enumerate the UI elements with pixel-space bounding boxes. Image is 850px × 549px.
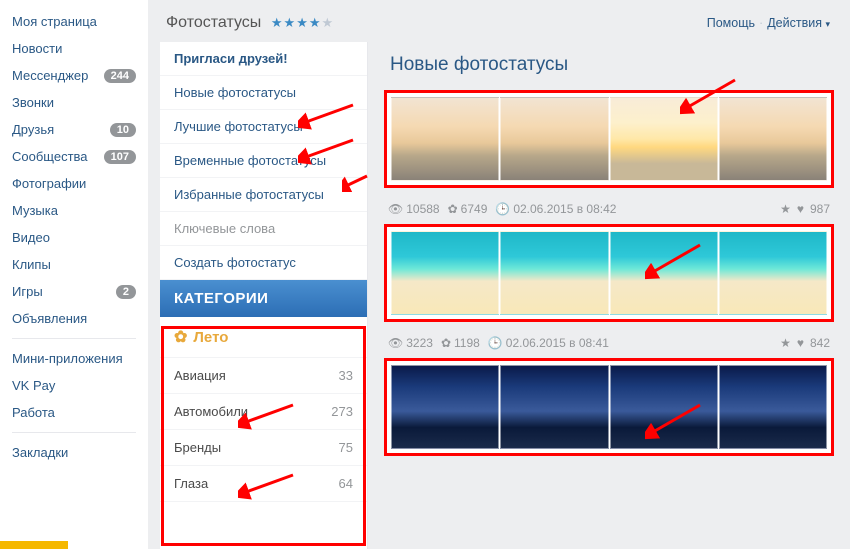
badge: 2 bbox=[116, 285, 136, 299]
eye-icon: 👁 bbox=[388, 202, 403, 216]
nav-bookmarks[interactable]: Закладки bbox=[0, 439, 148, 466]
nav-miniapps[interactable]: Мини-приложения bbox=[0, 345, 148, 372]
sidebar-fav[interactable]: Избранные фотостатусы bbox=[160, 178, 367, 212]
app-sidebar: Пригласи друзей! Новые фотостатусы Лучши… bbox=[160, 42, 368, 549]
divider bbox=[12, 338, 136, 339]
star-icon[interactable]: ★ bbox=[780, 336, 791, 350]
nav-friends[interactable]: Друзья10 bbox=[0, 116, 148, 143]
content-title: Новые фотостатусы bbox=[384, 42, 834, 90]
help-link[interactable]: Помощь bbox=[707, 16, 755, 30]
gear-icon: ✿ bbox=[441, 336, 451, 350]
views: 👁10588 bbox=[388, 202, 440, 216]
nav-calls[interactable]: Звонки bbox=[0, 89, 148, 116]
actions-dropdown[interactable]: Действия ▾ bbox=[767, 16, 830, 30]
nav-ads[interactable]: Объявления bbox=[0, 305, 148, 332]
category-featured[interactable]: ✿ Лето bbox=[160, 317, 367, 358]
left-nav: Моя страница Новости Мессенджер244 Звонк… bbox=[0, 0, 148, 549]
post-meta: 👁3223 ✿1198 🕒02.06.2015 в 08:41 ★♥842 bbox=[384, 328, 834, 358]
sidebar-create[interactable]: Создать фотостатус bbox=[160, 246, 367, 280]
categories-header: КАТЕГОРИИ bbox=[160, 280, 367, 317]
category-row[interactable]: Бренды75 bbox=[160, 430, 367, 466]
nav-photos[interactable]: Фотографии bbox=[0, 170, 148, 197]
nav-music[interactable]: Музыка bbox=[0, 197, 148, 224]
post-meta: 👁10588 ✿6749 🕒02.06.2015 в 08:42 ★♥987 bbox=[384, 194, 834, 224]
sidebar-best[interactable]: Лучшие фотостатусы bbox=[160, 110, 367, 144]
clock-icon: 🕒 bbox=[495, 202, 510, 216]
nav-news[interactable]: Новости bbox=[0, 35, 148, 62]
date: 🕒02.06.2015 в 08:42 bbox=[495, 202, 616, 216]
nav-vkpay[interactable]: VK Pay bbox=[0, 372, 148, 399]
comments: ✿6749 bbox=[448, 202, 488, 216]
star-icon[interactable]: ★ bbox=[780, 202, 791, 216]
chevron-down-icon: ▾ bbox=[825, 19, 830, 29]
badge: 10 bbox=[110, 123, 136, 137]
content-area: Новые фотостатусы 👁10588 ✿6749 🕒02.06.20… bbox=[368, 42, 850, 549]
photostatus-card[interactable] bbox=[384, 358, 834, 456]
badge: 244 bbox=[104, 69, 136, 83]
sidebar-invite[interactable]: Пригласи друзей! bbox=[160, 42, 367, 76]
photostatus-card[interactable] bbox=[384, 90, 834, 188]
category-row[interactable]: Авиация33 bbox=[160, 358, 367, 394]
category-row[interactable]: Глаза64 bbox=[160, 466, 367, 502]
sidebar-temp[interactable]: Временные фотостатусы bbox=[160, 144, 367, 178]
comments: ✿1198 bbox=[441, 336, 480, 350]
nav-my-page[interactable]: Моя страница bbox=[0, 8, 148, 35]
nav-clips[interactable]: Клипы bbox=[0, 251, 148, 278]
gear-icon: ✿ bbox=[448, 202, 458, 216]
eye-icon: 👁 bbox=[388, 336, 403, 350]
page-title: Фотостатусы bbox=[166, 14, 261, 31]
heart-icon[interactable]: ♥ bbox=[797, 202, 804, 216]
nav-games[interactable]: Игры2 bbox=[0, 278, 148, 305]
category-row[interactable]: Автомобили273 bbox=[160, 394, 367, 430]
gold-bar bbox=[0, 541, 68, 549]
heart-icon[interactable]: ♥ bbox=[797, 336, 804, 350]
sidebar-keywords[interactable]: Ключевые слова bbox=[160, 212, 367, 246]
sun-icon: ✿ bbox=[174, 327, 187, 347]
photostatus-card[interactable] bbox=[384, 224, 834, 322]
divider bbox=[12, 432, 136, 433]
nav-video[interactable]: Видео bbox=[0, 224, 148, 251]
sidebar-new[interactable]: Новые фотостатусы bbox=[160, 76, 367, 110]
clock-icon: 🕒 bbox=[488, 336, 503, 350]
topbar: Фотостатусы ★★★★★ Помощь · Действия ▾ bbox=[148, 0, 850, 42]
rating-stars[interactable]: ★★★★★ bbox=[271, 15, 334, 31]
nav-work[interactable]: Работа bbox=[0, 399, 148, 426]
badge: 107 bbox=[104, 150, 136, 164]
views: 👁3223 bbox=[388, 336, 433, 350]
date: 🕒02.06.2015 в 08:41 bbox=[488, 336, 609, 350]
nav-messenger[interactable]: Мессенджер244 bbox=[0, 62, 148, 89]
nav-communities[interactable]: Сообщества107 bbox=[0, 143, 148, 170]
